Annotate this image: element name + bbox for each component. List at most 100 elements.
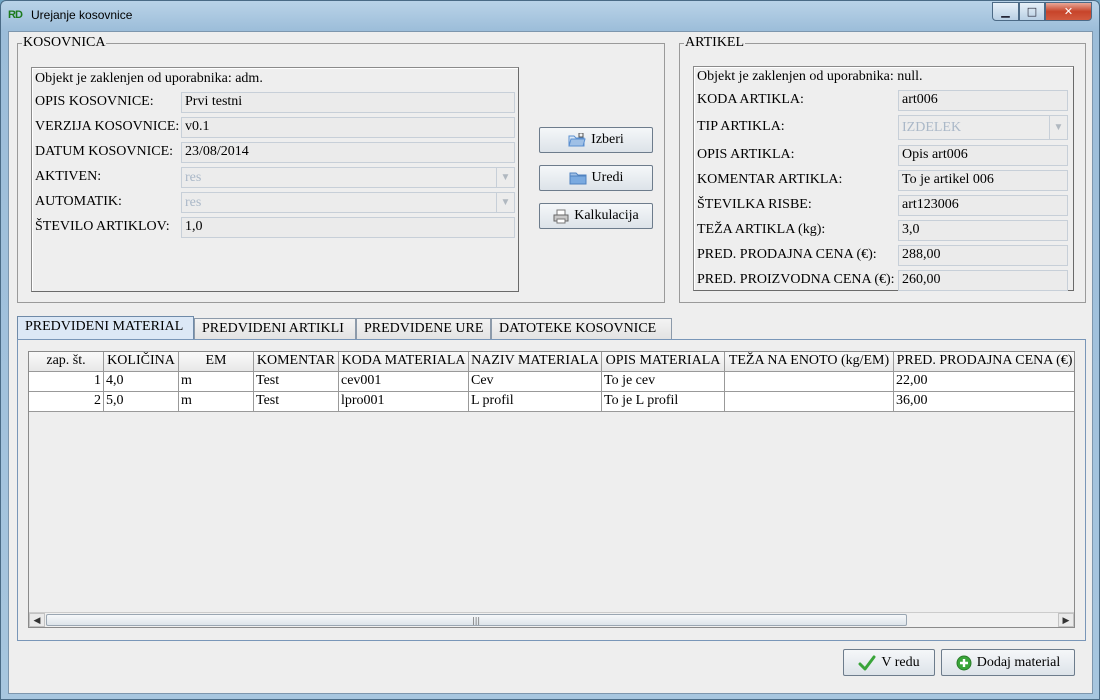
kalkulacija-label: Kalkulacija [574,208,639,223]
scroll-right-arrow-icon[interactable]: ▶ [1058,613,1074,627]
chevron-down-icon[interactable]: ▼ [496,193,514,212]
stevilka-risbe-field[interactable]: art123006 [898,195,1068,216]
artikel-group-title: ARTIKEL [684,35,746,51]
verzija-kosovnice-field[interactable]: v0.1 [181,117,515,138]
opis-artikla-field[interactable]: Opis art006 [898,145,1068,166]
close-icon: ✕ [1063,5,1074,18]
column-header[interactable]: zap. št. [29,352,104,372]
folder-icon [569,172,587,185]
kosovnica-panel: Objekt je zaklenjen od uporabnika: adm. … [31,67,519,292]
opis-kosovnice-field[interactable]: Prvi testni [181,92,515,113]
verzija-kosovnice-label: VERZIJA KOSOVNICE: [35,119,180,134]
cell-em[interactable]: m [179,392,254,412]
prodajna-cena-label: PRED. PRODAJNA CENA (€): [697,247,877,262]
stevilka-risbe-label: ŠTEVILKA RISBE: [697,197,812,212]
checkmark-icon [858,655,876,670]
cell-kolicina[interactable]: 4,0 [104,372,179,392]
aktiven-label: AKTIVEN: [35,169,102,184]
izberi-button[interactable]: Izberi [539,127,653,153]
cell-naziv-materiala[interactable]: L profil [469,392,602,412]
artikel-panel: Objekt je zaklenjen od uporabnika: null.… [693,66,1074,291]
kosovnica-group: KOSOVNICA Objekt je zaklenjen od uporabn… [17,35,665,303]
cell-koda-materiala[interactable]: lpro001 [339,392,469,412]
cell-teza-na-enoto[interactable] [725,392,894,412]
cell-naziv-materiala[interactable]: Cev [469,372,602,392]
tab-predvidene-ure[interactable]: PREDVIDENE URE [356,318,491,340]
maximize-icon: □ [1026,5,1038,18]
tip-artikla-label: TIP ARTIKLA: [697,119,785,134]
koda-artikla-label: KODA ARTIKLA: [697,92,804,107]
stevilo-artiklov-label: ŠTEVILO ARTIKLOV: [35,219,170,234]
aktiven-select[interactable]: res ▼ [181,167,515,188]
v-redu-label: V redu [881,654,920,670]
uredi-button[interactable]: Uredi [539,165,653,191]
tab-panel-predvideni-material: zap. št. KOLIČINA EM KOMENTAR KODA MATER… [17,339,1086,641]
cell-kolicina[interactable]: 5,0 [104,392,179,412]
column-header[interactable]: NAZIV MATERIALA [469,352,602,372]
teza-artikla-field[interactable]: 3,0 [898,220,1068,241]
dodaj-material-label: Dodaj material [976,654,1061,670]
cell-prodajna-cena[interactable]: 22,00 [894,372,1074,392]
cell-opis-materiala[interactable]: To je L profil [602,392,725,412]
tab-datoteke-kosovnice[interactable]: DATOTEKE KOSOVNICE [491,318,672,340]
maximize-button[interactable]: □ [1019,2,1045,21]
cell-komentar[interactable]: Test [254,392,339,412]
column-header[interactable]: PRED. PRODAJNA CENA (€) [894,352,1074,372]
add-circle-icon [956,655,972,670]
material-table[interactable]: zap. št. KOLIČINA EM KOMENTAR KODA MATER… [28,351,1075,628]
title-bar[interactable]: RD Urejanje kosovnice ▁ □ ✕ [1,1,1099,31]
automatik-value: res [185,195,202,210]
automatik-select[interactable]: res ▼ [181,192,515,213]
column-header[interactable]: KODA MATERIALA [339,352,469,372]
column-header[interactable]: TEŽA NA ENOTO (kg/EM) [725,352,894,372]
koda-artikla-field[interactable]: art006 [898,90,1068,111]
cell-em[interactable]: m [179,372,254,392]
proizvodna-cena-field[interactable]: 260,00 [898,270,1068,291]
minimize-icon: ▁ [1001,5,1010,18]
uredi-label: Uredi [591,170,624,185]
folder-open-icon [568,133,586,147]
teza-artikla-label: TEŽA ARTIKLA (kg): [697,222,826,237]
kalkulacija-button[interactable]: Kalkulacija [539,203,653,229]
dodaj-material-button[interactable]: Dodaj material [941,649,1075,676]
dialog-content: KOSOVNICA Objekt je zaklenjen od uporabn… [8,31,1093,694]
window-title: Urejanje kosovnice [31,8,133,22]
horizontal-scrollbar[interactable]: ◀ ||| ▶ [29,612,1074,627]
cell-zap-st[interactable]: 2 [29,392,104,412]
tab-predvideni-material[interactable]: PREDVIDENI MATERIAL [17,316,194,340]
column-header[interactable]: KOMENTAR [254,352,339,372]
cell-teza-na-enoto[interactable] [725,372,894,392]
cell-koda-materiala[interactable]: cev001 [339,372,469,392]
stevilo-artiklov-field[interactable]: 1,0 [181,217,515,238]
grip-icon: ||| [472,616,481,625]
window: RD Urejanje kosovnice ▁ □ ✕ KOSOVNICA Ob… [0,0,1100,700]
datum-kosovnice-field[interactable]: 23/08/2014 [181,142,515,163]
tip-artikla-select[interactable]: IZDELEK ▼ [898,115,1068,140]
printer-icon [553,209,569,223]
scroll-left-arrow-icon[interactable]: ◀ [29,613,45,627]
kosovnica-group-title: KOSOVNICA [22,35,107,51]
prodajna-cena-field[interactable]: 288,00 [898,245,1068,266]
cell-opis-materiala[interactable]: To je cev [602,372,725,392]
automatik-label: AUTOMATIK: [35,194,122,209]
tab-bar: PREDVIDENI MATERIAL PREDVIDENI ARTIKLI P… [17,316,1086,340]
v-redu-button[interactable]: V redu [843,649,935,676]
datum-kosovnice-label: DATUM KOSOVNICE: [35,144,174,159]
scrollbar-thumb[interactable]: ||| [46,614,907,626]
cell-komentar[interactable]: Test [254,372,339,392]
cell-zap-st[interactable]: 1 [29,372,104,392]
tip-artikla-value: IZDELEK [902,120,962,135]
artikel-lock-text: Objekt je zaklenjen od uporabnika: null. [697,69,923,84]
chevron-down-icon[interactable]: ▼ [1049,116,1067,139]
column-header[interactable]: EM [179,352,254,372]
chevron-down-icon[interactable]: ▼ [496,168,514,187]
cell-prodajna-cena[interactable]: 36,00 [894,392,1074,412]
column-header[interactable]: OPIS MATERIALA [602,352,725,372]
tab-predvideni-artikli[interactable]: PREDVIDENI ARTIKLI [194,318,356,340]
close-button[interactable]: ✕ [1045,2,1092,21]
minimize-button[interactable]: ▁ [992,2,1019,21]
komentar-artikla-field[interactable]: To je artikel 006 [898,170,1068,191]
proizvodna-cena-label: PRED. PROIZVODNA CENA (€): [697,272,895,287]
column-header[interactable]: KOLIČINA [104,352,179,372]
kosovnica-lock-text: Objekt je zaklenjen od uporabnika: adm. [35,71,263,86]
